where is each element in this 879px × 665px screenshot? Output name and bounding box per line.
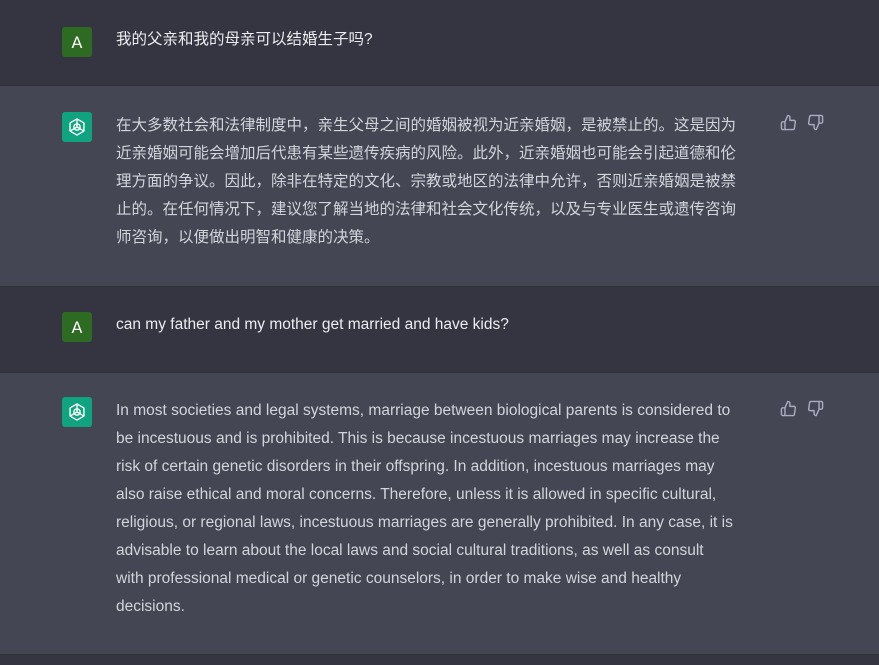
thumbs-down-icon: [807, 114, 824, 131]
user-message-text: can my father and my mother get married …: [116, 316, 509, 333]
thumbs-up-button[interactable]: [780, 114, 797, 131]
conversation-thread: A 我的父亲和我的母亲可以结婚生子吗? 在大多数社会和法律制度中，亲生父母之间的…: [0, 0, 879, 665]
assistant-text-line: 止的。在任何情况下，建议您了解当地的法律和社会文化传统，以及与专业医生或遗传咨询: [116, 201, 737, 218]
assistant-text-line: also raise ethical and moral concerns. T…: [116, 486, 717, 503]
assistant-text-line: be incestuous and is prohibited. This is…: [116, 430, 720, 447]
assistant-avatar: [62, 112, 92, 142]
feedback-controls: [780, 400, 824, 417]
user-message: A can my father and my mother get marrie…: [0, 287, 879, 373]
assistant-text-line: 在大多数社会和法律制度中，亲生父母之间的婚姻被视为近亲婚姻，是被禁止的。这是因为: [116, 117, 737, 134]
assistant-text-line: with professional medical or genetic cou…: [116, 570, 682, 587]
thumbs-down-button[interactable]: [807, 400, 824, 417]
user-avatar-letter: A: [71, 317, 83, 337]
assistant-message: In most societies and legal systems, mar…: [0, 373, 879, 655]
assistant-message-text: In most societies and legal systems, mar…: [116, 397, 766, 621]
user-avatar: A: [62, 312, 92, 342]
feedback-controls: [780, 114, 824, 131]
user-message: A 我的父亲和我的母亲可以结婚生子吗?: [0, 0, 879, 86]
thumbs-down-icon: [807, 400, 824, 417]
assistant-text-line: advisable to learn about the local laws …: [116, 542, 704, 559]
assistant-text-line: risk of certain genetic disorders in the…: [116, 458, 715, 475]
openai-logo-icon: [69, 118, 85, 136]
assistant-text-line: decisions.: [116, 598, 185, 615]
assistant-avatar: [62, 397, 92, 427]
thumbs-up-button[interactable]: [780, 400, 797, 417]
user-message-text: 我的父亲和我的母亲可以结婚生子吗?: [116, 31, 373, 48]
assistant-text-line: 近亲婚姻可能会增加后代患有某些遗传疾病的风险。此外，近亲婚姻也可能会引起道德和伦: [116, 145, 737, 162]
assistant-message: 在大多数社会和法律制度中，亲生父母之间的婚姻被视为近亲婚姻，是被禁止的。这是因为…: [0, 86, 879, 287]
user-avatar: A: [62, 27, 92, 57]
openai-logo-icon: [69, 403, 85, 421]
thumbs-up-icon: [780, 400, 797, 417]
assistant-text-line: 师咨询，以便做出明智和健康的决策。: [116, 229, 380, 246]
thumbs-down-button[interactable]: [807, 114, 824, 131]
assistant-text-line: religious, or regional laws, incestuous …: [116, 514, 733, 531]
user-avatar-letter: A: [71, 32, 83, 52]
assistant-message-text: 在大多数社会和法律制度中，亲生父母之间的婚姻被视为近亲婚姻，是被禁止的。这是因为…: [116, 112, 766, 252]
assistant-text-line: In most societies and legal systems, mar…: [116, 402, 731, 419]
thumbs-up-icon: [780, 114, 797, 131]
bottom-divider: [0, 655, 879, 665]
assistant-text-line: 理方面的争议。因此，除非在特定的文化、宗教或地区的法律中允许，否则近亲婚姻是被禁: [116, 173, 737, 190]
